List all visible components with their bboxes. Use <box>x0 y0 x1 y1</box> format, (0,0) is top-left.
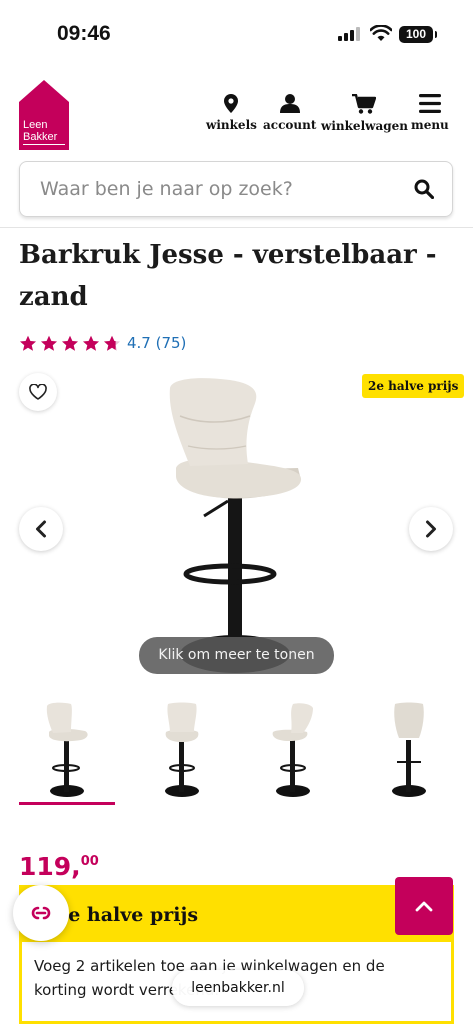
thumbnail-strip <box>19 700 459 806</box>
chat-button[interactable] <box>13 885 69 941</box>
cellular-signal-icon <box>338 27 360 41</box>
chat-icon <box>31 906 51 920</box>
nav-menu[interactable]: menu <box>411 94 449 132</box>
user-icon <box>279 94 300 113</box>
back-to-top-button[interactable] <box>395 877 453 935</box>
rating-text[interactable]: 4.7 (75) <box>127 334 186 352</box>
nav-winkels[interactable]: winkels <box>206 94 257 132</box>
gallery-next-button[interactable] <box>409 507 453 551</box>
favorite-button[interactable] <box>19 373 57 411</box>
nav-account[interactable]: account <box>263 94 316 132</box>
search-placeholder: Waar ben je naar op zoek? <box>40 178 293 200</box>
chevron-right-icon <box>426 520 436 538</box>
star-icon <box>20 335 36 351</box>
location-pin-icon <box>224 94 239 113</box>
promo-title: 2e halve prijs <box>22 888 451 942</box>
product-title: Barkruk Jesse - verstelbaar - zand <box>19 240 437 312</box>
hamburger-icon <box>418 94 441 113</box>
star-icon <box>104 335 120 351</box>
thumbnail-4[interactable] <box>361 700 457 800</box>
thumbnail-3[interactable] <box>245 700 341 800</box>
product-main-image[interactable] <box>150 376 320 681</box>
chevron-up-icon <box>415 901 433 912</box>
leen-bakker-logo[interactable]: Leen Bakker <box>19 80 69 150</box>
heart-icon <box>29 384 47 400</box>
status-time: 09:46 <box>57 22 111 45</box>
battery-icon: 100 <box>399 26 437 43</box>
status-bar: 09:46 100 <box>0 0 473 64</box>
nav-winkelwagen[interactable]: winkelwagen <box>321 94 408 133</box>
star-icon <box>83 335 99 351</box>
thumbnail-1[interactable] <box>19 700 115 800</box>
search-icon[interactable] <box>414 179 434 199</box>
cart-icon <box>352 94 377 114</box>
gallery-prev-button[interactable] <box>19 507 63 551</box>
header-divider <box>0 227 473 228</box>
image-tooltip: Klik om meer te tonen <box>139 637 334 674</box>
product-price: 119,00 <box>19 852 99 881</box>
promo-badge: 2e halve prijs <box>362 374 465 398</box>
rating-stars <box>19 335 121 352</box>
thumbnail-2[interactable] <box>134 700 230 800</box>
star-icon <box>41 335 57 351</box>
star-icon <box>62 335 78 351</box>
product-rating[interactable]: 4.7 (75) <box>19 334 186 352</box>
search-input[interactable]: Waar ben je naar op zoek? <box>19 161 453 217</box>
wifi-icon <box>370 25 392 41</box>
chevron-left-icon <box>36 520 46 538</box>
browser-url-bar[interactable]: leenbakker.nl <box>172 970 304 1006</box>
thumbnail-active-indicator <box>19 802 115 805</box>
